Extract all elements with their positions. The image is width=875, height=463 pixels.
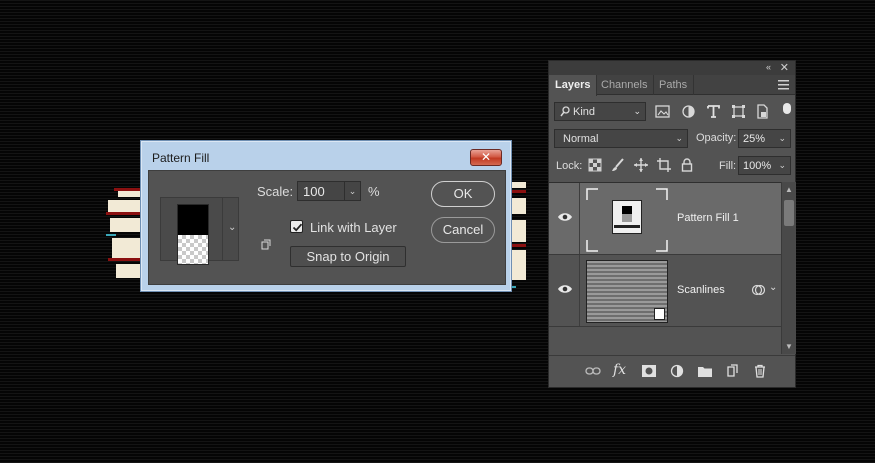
eye-icon[interactable] — [557, 283, 573, 295]
smart-object-badge-icon — [654, 308, 665, 320]
lock-row: Lock: Fill: 100% ⌄ — [549, 156, 795, 176]
lock-position-move-icon[interactable] — [634, 158, 648, 172]
dialog-body: ⌄ Scale: 100 ⌄ % Link with Layer Snap to… — [148, 170, 506, 285]
link-with-layer-checkbox[interactable] — [290, 220, 303, 233]
scale-value[interactable]: 100 — [303, 184, 325, 199]
tab-paths[interactable]: Paths — [653, 75, 695, 95]
pattern-fill-thumbnail[interactable] — [586, 188, 668, 252]
chevron-down-icon[interactable]: ⌄ — [778, 133, 786, 144]
percent-sign: % — [368, 184, 380, 199]
scale-input[interactable]: 100 ⌄ — [297, 181, 361, 201]
link-layers-icon[interactable] — [585, 364, 601, 378]
layers-list: Pattern Fill 1 Scanlines ⌄ — [549, 182, 781, 354]
smart-object-filter-icon[interactable] — [755, 104, 770, 119]
opacity-input[interactable]: 25% ⌄ — [738, 129, 791, 148]
opacity-label: Opacity: — [696, 132, 737, 144]
layer-effects-icon[interactable] — [751, 283, 765, 297]
close-panel-icon[interactable]: ✕ — [780, 61, 789, 74]
add-layer-style-button[interactable]: fx — [613, 362, 626, 378]
adjustment-layer-icon[interactable] — [669, 364, 685, 378]
pattern-fill-dialog: Pattern Fill ✕ ⌄ Scale: 100 ⌄ % Link wit… — [140, 140, 512, 292]
layer-row-scanlines[interactable]: Scanlines ⌄ — [549, 255, 781, 327]
panel-tabbar: Layers Channels Paths — [549, 75, 795, 96]
ok-button[interactable]: OK — [431, 181, 495, 207]
chevron-down-icon[interactable]: ⌄ — [344, 182, 360, 200]
scanlines-thumbnail[interactable] — [586, 260, 668, 323]
layers-panel: « ✕ Layers Channels Paths Kind ⌄ Normal … — [548, 60, 796, 388]
opacity-value[interactable]: 25% — [743, 133, 765, 145]
type-filter-icon[interactable] — [706, 104, 721, 119]
blend-row: Normal ⌄ Opacity: 25% ⌄ — [549, 129, 795, 149]
lock-all-icon[interactable] — [680, 158, 694, 172]
collapse-icon[interactable]: « — [766, 62, 771, 72]
tab-channels[interactable]: Channels — [595, 75, 655, 95]
eye-icon[interactable] — [557, 211, 573, 223]
filter-kind-select[interactable]: Kind ⌄ — [554, 102, 646, 121]
chevron-down-icon: ⌄ — [633, 106, 641, 116]
snap-to-origin-button[interactable]: Snap to Origin — [290, 246, 406, 267]
filter-toggle[interactable] — [783, 103, 791, 114]
scale-label: Scale: — [257, 184, 294, 199]
layer-name[interactable]: Pattern Fill 1 — [677, 212, 739, 224]
new-layer-icon[interactable] — [725, 364, 741, 378]
pattern-picker[interactable]: ⌄ — [160, 197, 239, 265]
blend-mode-value: Normal — [563, 133, 599, 145]
panel-topbar[interactable]: « ✕ — [549, 61, 795, 75]
panel-footer: fx — [549, 355, 795, 385]
filter-kind-value: Kind — [573, 106, 596, 118]
trash-icon[interactable] — [752, 364, 768, 378]
pixel-filter-icon[interactable] — [655, 104, 670, 119]
lock-artboard-icon[interactable] — [657, 158, 671, 172]
link-with-layer-label[interactable]: Link with Layer — [310, 220, 397, 235]
new-preset-icon[interactable] — [260, 239, 272, 251]
scrollbar-thumb[interactable] — [784, 200, 794, 226]
search-icon — [560, 106, 570, 117]
scroll-down-icon[interactable]: ▼ — [785, 342, 793, 351]
fill-label: Fill: — [719, 160, 737, 172]
fill-value[interactable]: 100% — [743, 160, 771, 172]
chevron-down-icon[interactable]: ⌄ — [778, 160, 786, 171]
add-mask-icon[interactable] — [641, 364, 657, 378]
chevron-down-icon: ⌄ — [675, 133, 683, 143]
lock-label: Lock: — [556, 160, 583, 172]
checkmark-icon — [292, 223, 303, 232]
blend-mode-select[interactable]: Normal ⌄ — [554, 129, 688, 148]
fill-input[interactable]: 100% ⌄ — [738, 156, 791, 175]
adjustment-filter-icon[interactable] — [681, 104, 696, 119]
close-button[interactable]: ✕ — [470, 149, 502, 166]
layer-name[interactable]: Scanlines — [677, 284, 725, 296]
layer-row-pattern-fill[interactable]: Pattern Fill 1 — [549, 183, 781, 255]
scroll-up-icon[interactable]: ▲ — [785, 185, 793, 194]
lock-transparency-icon[interactable] — [588, 158, 602, 172]
cancel-button[interactable]: Cancel — [431, 217, 495, 243]
new-group-folder-icon[interactable] — [697, 364, 713, 378]
chevron-down-icon[interactable]: ⌄ — [228, 222, 236, 233]
close-icon: ✕ — [480, 150, 492, 164]
tab-layers[interactable]: Layers — [549, 75, 598, 96]
pattern-swatch[interactable] — [177, 204, 209, 265]
dialog-title: Pattern Fill — [152, 151, 210, 165]
lock-pixels-brush-icon[interactable] — [611, 158, 625, 172]
dialog-titlebar[interactable]: Pattern Fill ✕ — [141, 141, 511, 171]
shape-filter-icon[interactable] — [731, 104, 746, 119]
chevron-down-icon[interactable]: ⌄ — [769, 282, 777, 293]
layers-scrollbar[interactable]: ▲ ▼ — [781, 182, 796, 354]
panel-menu-icon[interactable] — [778, 80, 789, 90]
filter-row: Kind ⌄ — [549, 102, 795, 122]
